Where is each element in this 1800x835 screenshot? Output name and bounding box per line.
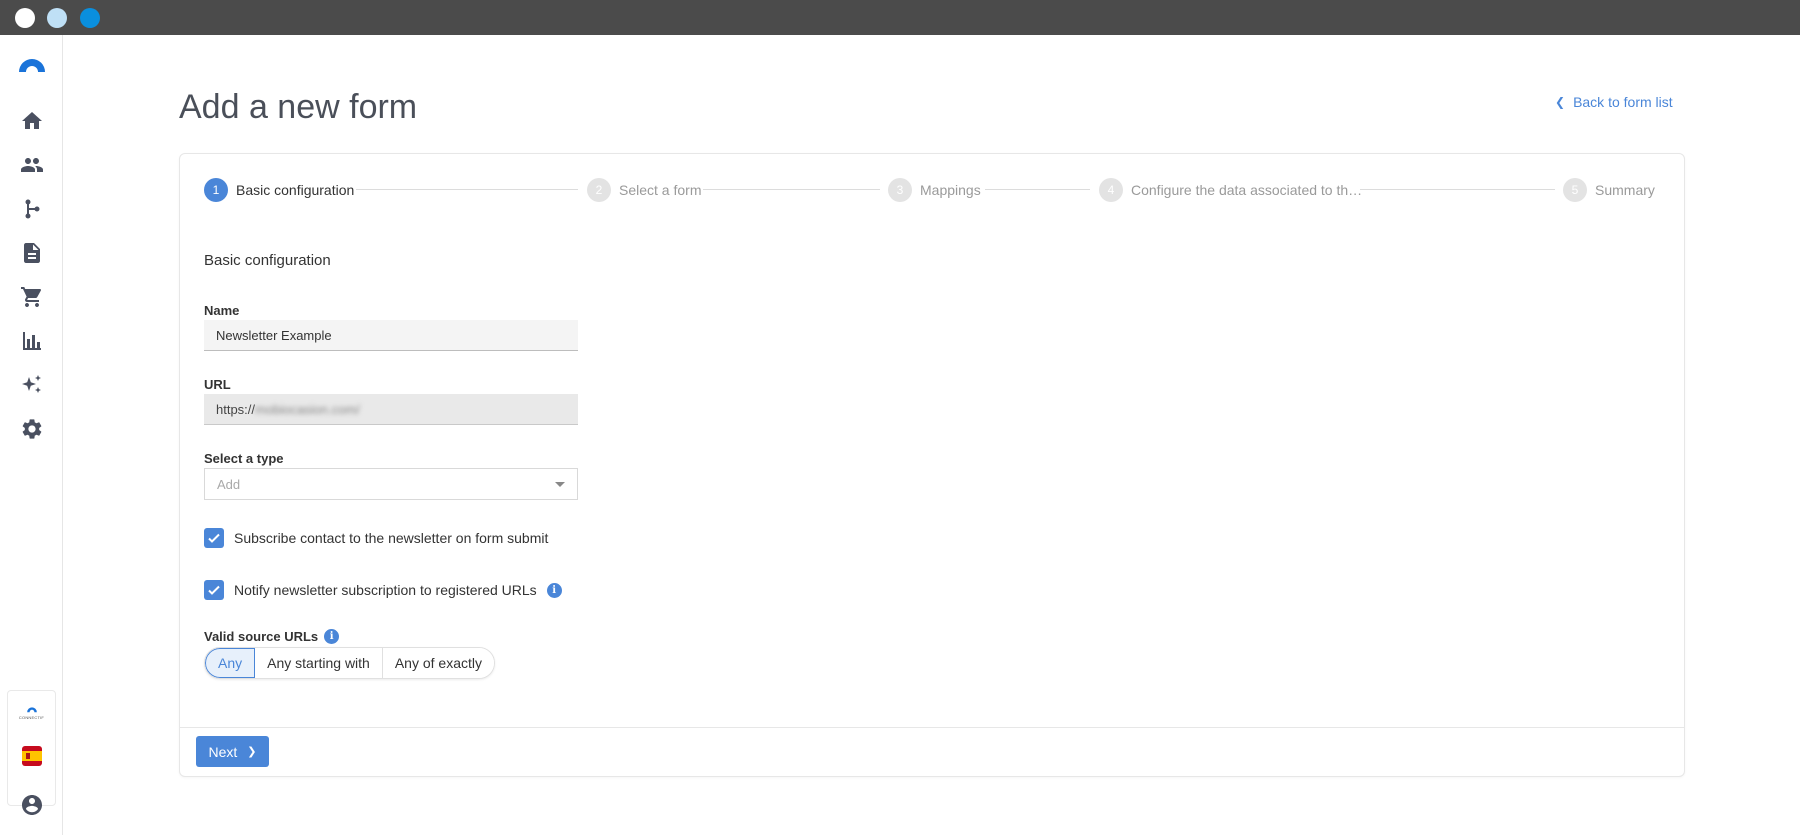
step-label: Configure the data associated to th… [1131, 182, 1363, 198]
step-label: Summary [1595, 182, 1655, 198]
subscribe-label: Subscribe contact to the newsletter on f… [234, 530, 549, 546]
option-any[interactable]: Any [205, 648, 256, 678]
notify-checkbox-row: Notify newsletter subscription to regist… [204, 580, 562, 600]
back-link-label: Back to form list [1573, 94, 1673, 110]
document-icon[interactable] [19, 240, 45, 266]
notify-label: Notify newsletter subscription to regist… [234, 582, 537, 598]
type-label: Select a type [204, 451, 284, 466]
step-mappings[interactable]: 3 Mappings [888, 177, 981, 203]
step-number: 1 [204, 178, 228, 202]
back-to-form-list-link[interactable]: ❮ Back to form list [1555, 94, 1673, 110]
url-input[interactable]: https://mobiocasion.com/ [204, 394, 578, 425]
language-flag-icon[interactable] [22, 746, 42, 766]
chevron-right-icon: ❯ [247, 746, 257, 758]
step-configure-data[interactable]: 4 Configure the data associated to th… [1099, 177, 1362, 203]
step-number: 5 [1563, 178, 1587, 202]
subscribe-checkbox[interactable] [204, 528, 224, 548]
check-icon [208, 585, 220, 595]
step-connector [703, 189, 880, 190]
type-select[interactable]: Add [204, 468, 578, 500]
analytics-icon[interactable] [19, 328, 45, 354]
url-label: URL [204, 377, 231, 392]
sidebar: CONNECTIF [0, 35, 63, 835]
section-title: Basic configuration [204, 252, 331, 269]
flow-icon[interactable] [19, 196, 45, 222]
window-close-button[interactable] [15, 8, 35, 28]
step-connector [985, 189, 1090, 190]
step-label: Basic configuration [236, 182, 355, 198]
check-icon [208, 533, 220, 543]
step-select-a-form[interactable]: 2 Select a form [587, 177, 701, 203]
settings-icon[interactable] [19, 416, 45, 442]
info-icon[interactable]: i [546, 582, 562, 598]
step-summary[interactable]: 5 Summary [1563, 177, 1655, 203]
option-any-of-exactly[interactable]: Any of exactly [382, 648, 494, 678]
sparkle-icon[interactable] [19, 372, 45, 398]
url-prefix: https:// [216, 401, 256, 417]
url-domain-blurred: mobiocasion.com/ [255, 401, 360, 417]
valid-source-urls-text: Valid source URLs [204, 629, 319, 644]
app-logo-icon[interactable] [17, 55, 47, 73]
option-any-starting-with[interactable]: Any starting with [255, 648, 383, 678]
step-connector [356, 189, 578, 190]
step-number: 4 [1099, 178, 1123, 202]
user-account-icon[interactable] [20, 793, 44, 817]
next-button[interactable]: Next ❯ [196, 736, 269, 767]
next-button-label: Next [208, 743, 238, 760]
notify-checkbox[interactable] [204, 580, 224, 600]
step-number: 3 [888, 178, 912, 202]
chevron-left-icon: ❮ [1555, 95, 1566, 109]
window-titlebar [0, 0, 1800, 35]
form-wizard-card [179, 153, 1685, 777]
subscribe-checkbox-row: Subscribe contact to the newsletter on f… [204, 528, 548, 548]
step-label: Mappings [920, 182, 981, 198]
step-number: 2 [587, 178, 611, 202]
contacts-icon[interactable] [19, 152, 45, 178]
caret-down-icon [555, 481, 565, 487]
info-icon[interactable]: i [324, 629, 340, 644]
card-footer-divider [180, 727, 1684, 728]
window-minimize-button[interactable] [47, 8, 67, 28]
step-connector [1360, 189, 1555, 190]
page-title: Add a new form [179, 88, 418, 126]
home-icon[interactable] [19, 108, 45, 134]
name-input[interactable]: Newsletter Example [204, 320, 578, 351]
step-basic-configuration[interactable]: 1 Basic configuration [204, 177, 354, 203]
valid-source-urls-label: Valid source URLs i [204, 629, 340, 644]
name-label: Name [204, 303, 240, 318]
cart-icon[interactable] [19, 284, 45, 310]
brand-text: CONNECTIF [18, 715, 45, 720]
account-card: CONNECTIF [7, 690, 56, 806]
type-select-placeholder: Add [217, 476, 241, 492]
window-maximize-button[interactable] [80, 8, 100, 28]
valid-source-urls-toggle: Any Any starting with Any of exactly [204, 647, 495, 679]
step-label: Select a form [619, 182, 702, 198]
